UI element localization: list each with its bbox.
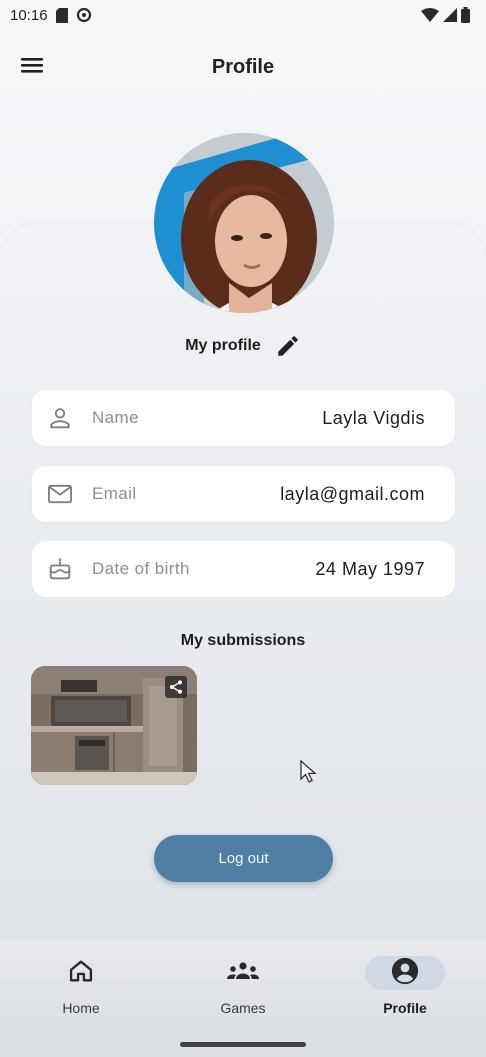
- pencil-icon[interactable]: [275, 333, 301, 359]
- account-circle-icon: [390, 956, 420, 991]
- page-title: Profile: [211, 55, 275, 78]
- nav-item-profile[interactable]: Profile: [324, 940, 486, 1035]
- battery-icon: [461, 7, 470, 23]
- status-time: 10:16: [10, 6, 48, 24]
- status-bar: 10:16: [0, 0, 486, 30]
- name-field: Name Layla Vigdis: [32, 390, 455, 446]
- share-icon[interactable]: [165, 676, 187, 698]
- my-profile-label: My profile: [185, 337, 261, 354]
- email-label: Email: [92, 484, 137, 503]
- name-value: Layla Vigdis: [322, 407, 425, 428]
- settings-gear-icon: [76, 7, 92, 23]
- sim-card-icon: [55, 7, 68, 23]
- date-of-birth-field: Date of birth 24 May 1997: [32, 541, 455, 597]
- nav-item-games[interactable]: Games: [162, 940, 324, 1035]
- gesture-bar[interactable]: [180, 1042, 306, 1047]
- home-icon: [67, 957, 95, 990]
- my-profile-header: My profile: [0, 330, 486, 362]
- person-icon: [46, 404, 74, 432]
- email-field: Email layla@gmail.com: [32, 466, 455, 522]
- submission-thumbnail[interactable]: [31, 666, 197, 785]
- email-value: layla@gmail.com: [280, 483, 425, 504]
- wifi-icon: [421, 8, 439, 22]
- avatar: [154, 133, 334, 313]
- nav-label-profile: Profile: [383, 1000, 427, 1016]
- mail-icon: [46, 480, 74, 508]
- submissions-title: My submissions: [180, 632, 306, 649]
- mouse-pointer-icon: [300, 759, 318, 784]
- app-bar: Profile: [0, 45, 486, 89]
- name-label: Name: [92, 408, 139, 427]
- nav-label-games: Games: [220, 1000, 266, 1016]
- date-of-birth-value: 24 May 1997: [315, 558, 425, 579]
- group-icon: [226, 959, 260, 988]
- date-of-birth-label: Date of birth: [92, 559, 190, 578]
- nav-label-home: Home: [62, 1000, 100, 1016]
- nav-item-home[interactable]: Home: [0, 940, 162, 1035]
- bottom-navigation: Home Games Profile: [0, 940, 486, 1035]
- logout-button[interactable]: Log out: [154, 835, 333, 882]
- signal-icon: [443, 8, 457, 22]
- screen: 10:16 Profile My profile Name Layla Vigd…: [0, 0, 486, 1057]
- hamburger-menu-icon[interactable]: [20, 55, 46, 77]
- cake-icon: [46, 555, 74, 583]
